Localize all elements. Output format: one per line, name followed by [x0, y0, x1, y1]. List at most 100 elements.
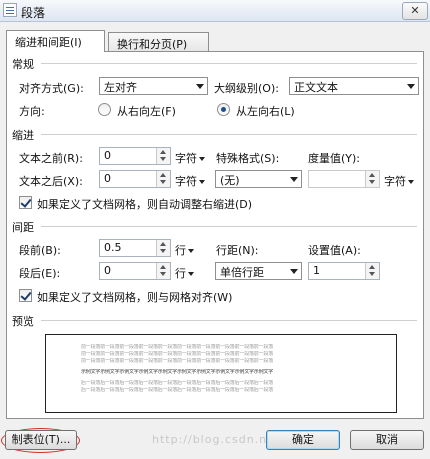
chevron-down-icon: [188, 272, 194, 276]
space-after-spinner[interactable]: 0: [99, 262, 171, 280]
line-spacing-label: 行距(N):: [216, 244, 259, 257]
grid-align-checkbox[interactable]: [19, 289, 32, 302]
window-title: 段落: [21, 6, 46, 20]
outline-label: 大纲级别(O):: [214, 82, 279, 95]
spin-up-icon[interactable]: [160, 150, 166, 154]
indent-before-spinner[interactable]: 0: [99, 147, 171, 165]
indent-before-label: 文本之前(R):: [19, 152, 83, 165]
line-spacing-select[interactable]: 单倍行距: [215, 262, 302, 280]
measure-unit: 字符: [384, 175, 406, 188]
spin-down-icon[interactable]: [160, 180, 166, 184]
setting-value-spinner[interactable]: 1: [308, 262, 380, 280]
chevron-down-icon: [199, 180, 205, 184]
space-after-value: 0: [104, 264, 111, 277]
align-label: 对齐方式(G):: [19, 82, 84, 95]
spin-up-icon[interactable]: [160, 265, 166, 269]
tab-panel: 常规 对齐方式(G): 左对齐 大纲级别(O): 正文文本 方向: 从右向左(F…: [6, 51, 424, 419]
space-before-value: 0.5: [104, 241, 122, 254]
setting-value-label: 设置值(A):: [308, 244, 361, 257]
space-after-label: 段后(E):: [19, 267, 61, 280]
chevron-down-icon: [188, 249, 194, 253]
indent-after-unit-dropdown[interactable]: 字符: [175, 173, 205, 189]
spin-up-icon[interactable]: [369, 173, 375, 177]
divider: [41, 226, 417, 227]
chevron-down-icon: [290, 269, 298, 274]
indent-before-unit-dropdown[interactable]: 字符: [175, 150, 205, 166]
direction-ltr-label[interactable]: 从左向右(L): [236, 103, 295, 119]
tab-indent-spacing[interactable]: 缩进和间距(I): [6, 30, 105, 52]
indent-before-value: 0: [104, 149, 111, 162]
section-preview: 预览: [12, 315, 34, 328]
indent-before-unit: 字符: [175, 152, 197, 165]
indent-after-label: 文本之后(X):: [19, 175, 83, 188]
space-before-spinner[interactable]: 0.5: [99, 239, 171, 257]
spin-up-icon[interactable]: [369, 265, 375, 269]
outline-value: 正文文本: [294, 81, 338, 94]
spin-down-icon[interactable]: [160, 157, 166, 161]
measure-unit-dropdown[interactable]: 字符: [384, 173, 414, 189]
cancel-button[interactable]: 取消: [350, 430, 424, 450]
grid-align-label[interactable]: 如果定义了文档网格，则与网格对齐(W): [37, 289, 232, 305]
divider: [41, 320, 417, 321]
preview-prev-line: 前一段落前一段落前一段落前一段落前一段落前一段落前一段落前一段落前一段落前一段落: [81, 358, 274, 364]
close-button[interactable]: ✕: [402, 2, 428, 20]
tab-stops-button[interactable]: 制表位(T)...: [5, 430, 77, 450]
spinner-buttons[interactable]: [365, 171, 379, 187]
preview-next-line: 后一段落后一段落后一段落后一段落后一段落后一段落后一段落后一段落后一段落后一段落: [81, 380, 274, 386]
chevron-down-icon: [199, 157, 205, 161]
spin-down-icon[interactable]: [160, 249, 166, 253]
setting-value: 1: [313, 264, 320, 277]
preview-prev-line: 前一段落前一段落前一段落前一段落前一段落前一段落前一段落前一段落前一段落前一段落: [81, 351, 274, 357]
preview-next-line: 后一段落后一段落后一段落后一段落后一段落后一段落后一段落后一段落后一段落后一段落: [81, 387, 274, 393]
indent-after-unit: 字符: [175, 175, 197, 188]
special-format-select[interactable]: (无): [215, 170, 302, 188]
indent-after-value: 0: [104, 172, 111, 185]
divider: [41, 63, 417, 64]
spin-up-icon[interactable]: [160, 242, 166, 246]
preview-sample-line: 示例文字示例文字示例文字示例文字示例文字示例文字示例文字示例文字示例文字示例文字: [81, 369, 274, 375]
line-spacing-value: 单倍行距: [220, 266, 264, 279]
spin-down-icon[interactable]: [160, 272, 166, 276]
measure-spinner[interactable]: [308, 170, 380, 188]
spin-down-icon[interactable]: [369, 272, 375, 276]
spin-down-icon[interactable]: [369, 180, 375, 184]
chevron-down-icon: [196, 84, 204, 89]
special-format-value: (无): [220, 174, 240, 187]
spinner-buttons[interactable]: [156, 148, 170, 164]
direction-ltr-radio[interactable]: [217, 103, 230, 116]
auto-adjust-checkbox[interactable]: [19, 196, 32, 209]
space-after-unit-dropdown[interactable]: 行: [175, 265, 194, 281]
align-select[interactable]: 左对齐: [99, 77, 208, 95]
preview-prev-line: 前一段落前一段落前一段落前一段落前一段落前一段落前一段落前一段落前一段落前一段落: [81, 344, 274, 350]
space-before-unit-dropdown[interactable]: 行: [175, 242, 194, 258]
space-before-unit: 行: [175, 244, 186, 257]
auto-adjust-label[interactable]: 如果定义了文档网格，则自动调整右缩进(D): [37, 196, 252, 212]
chevron-down-icon: [408, 180, 414, 184]
ok-button[interactable]: 确定: [266, 430, 340, 450]
direction-rtl-radio[interactable]: [98, 103, 111, 116]
spinner-buttons[interactable]: [156, 263, 170, 279]
spin-up-icon[interactable]: [160, 173, 166, 177]
direction-label: 方向:: [19, 105, 45, 118]
divider: [41, 134, 417, 135]
align-value: 左对齐: [104, 81, 137, 94]
direction-rtl-label[interactable]: 从右向左(F): [117, 103, 176, 119]
spinner-buttons[interactable]: [156, 240, 170, 256]
chevron-down-icon: [290, 177, 298, 182]
spinner-buttons[interactable]: [156, 171, 170, 187]
title-bar: 段落 ✕: [0, 0, 430, 22]
section-spacing: 间距: [12, 221, 34, 234]
indent-after-spinner[interactable]: 0: [99, 170, 171, 188]
space-before-label: 段前(B):: [19, 244, 61, 257]
section-general: 常规: [12, 58, 34, 71]
special-format-label: 特殊格式(S):: [216, 152, 280, 165]
section-indent: 缩进: [12, 129, 34, 142]
preview-box: 前一段落前一段落前一段落前一段落前一段落前一段落前一段落前一段落前一段落前一段落…: [45, 334, 397, 413]
space-after-unit: 行: [175, 267, 186, 280]
measure-label: 度量值(Y):: [308, 152, 361, 165]
outline-select[interactable]: 正文文本: [289, 77, 419, 95]
app-icon: [3, 3, 17, 17]
spinner-buttons[interactable]: [365, 263, 379, 279]
tab-line-page-breaks[interactable]: 换行和分页(P): [108, 32, 209, 51]
chevron-down-icon: [407, 84, 415, 89]
